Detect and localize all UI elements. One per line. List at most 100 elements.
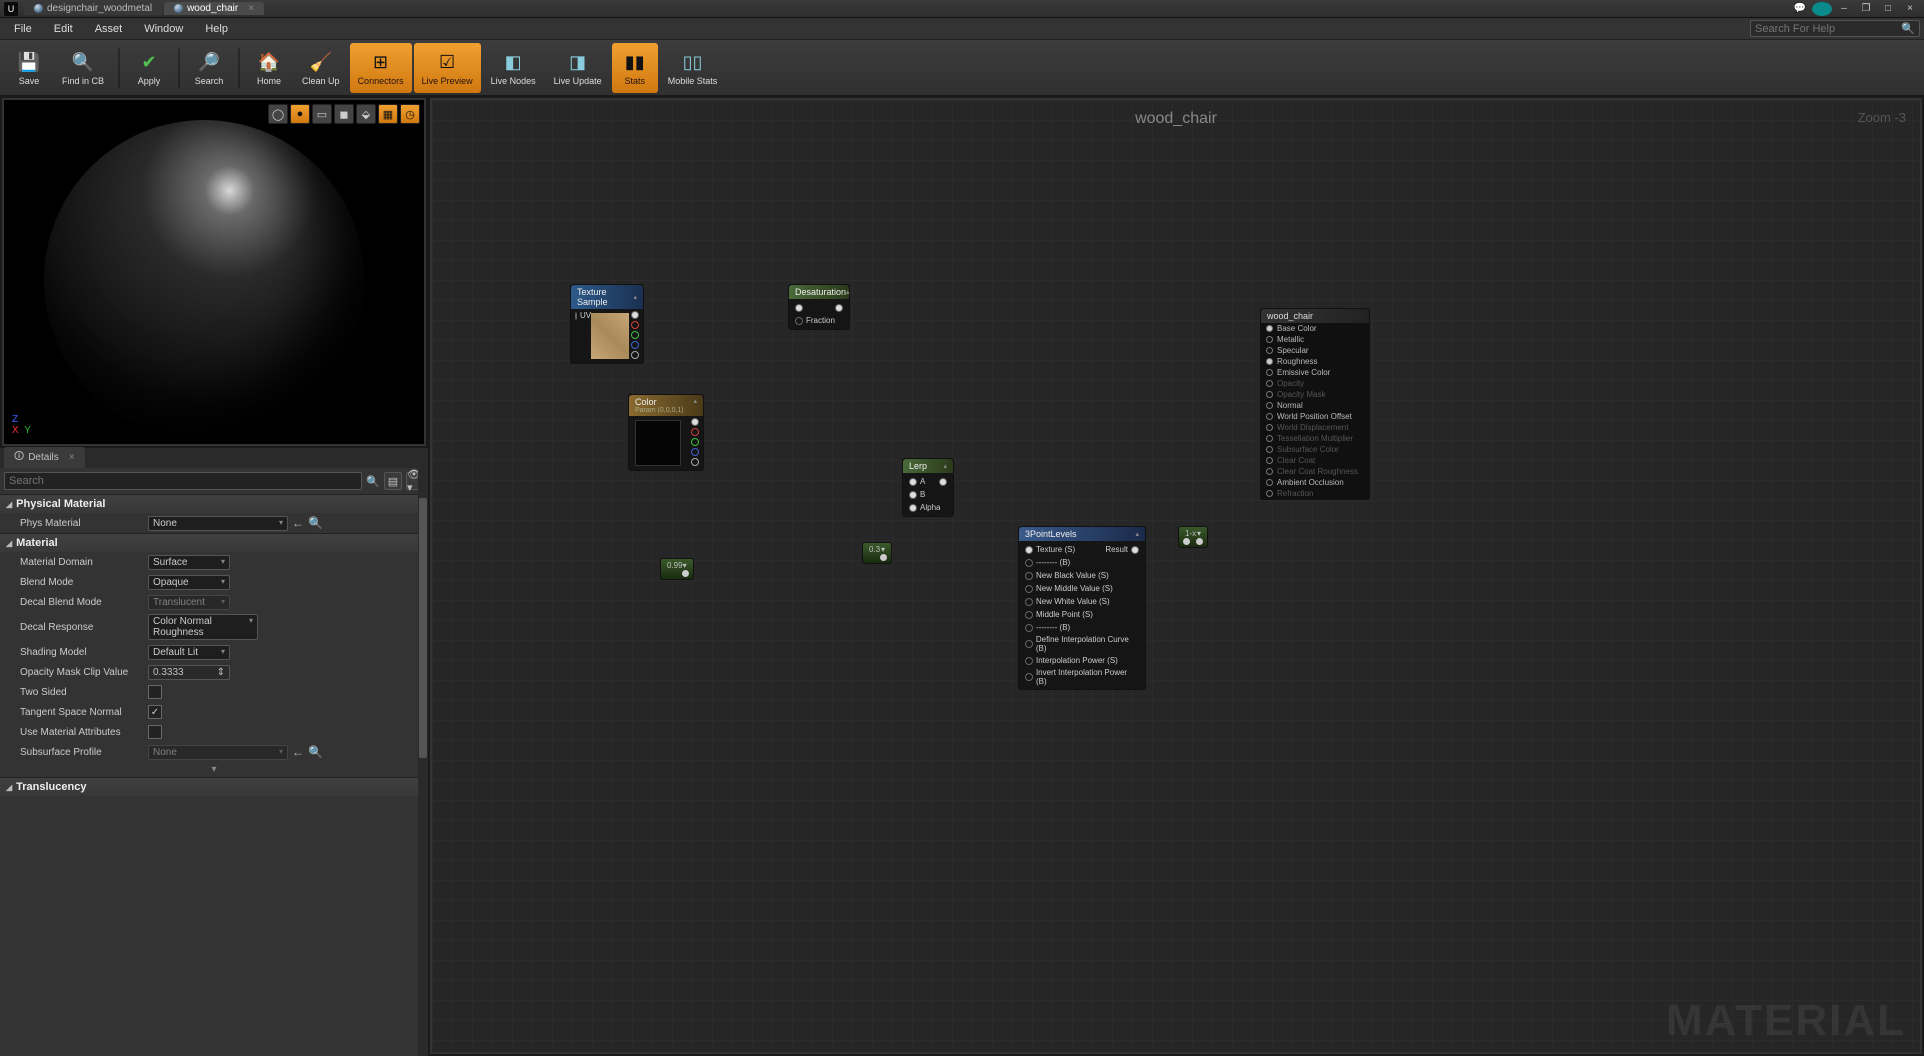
shape-sphere-button[interactable]: ● (290, 104, 310, 124)
collapse-icon[interactable]: ▾ (881, 545, 885, 554)
phys-material-dropdown[interactable]: None▾ (148, 516, 288, 531)
connectors-button[interactable]: ⊞Connectors (350, 43, 412, 93)
collapse-icon[interactable]: ▾ (683, 561, 687, 570)
node-color-param[interactable]: Color▴ Param (0,0,0,1) (628, 394, 704, 471)
menu-edit[interactable]: Edit (44, 20, 83, 38)
output-pin-specular[interactable]: Specular (1261, 345, 1369, 356)
grid-toggle-button[interactable]: ▦ (378, 104, 398, 124)
help-search-input[interactable] (1755, 23, 1901, 35)
home-button[interactable]: 🏠Home (246, 43, 292, 93)
shape-cube-button[interactable]: ◼ (334, 104, 354, 124)
collapse-icon[interactable]: ▴ (1135, 530, 1139, 538)
live-nodes-button[interactable]: ◧Live Nodes (483, 43, 544, 93)
close-button[interactable]: × (1900, 2, 1920, 16)
title-bar: U designchair_woodmetal wood_chair× 💬 – … (0, 0, 1924, 18)
material-preview[interactable]: Z X Y ◯ ● ▭ ◼ ⬙ ▦ ◷ (2, 98, 426, 446)
source-control-icon[interactable] (1812, 2, 1832, 16)
shading-model-dropdown[interactable]: Default Lit▾ (148, 645, 230, 660)
collapse-icon[interactable]: ▴ (693, 397, 697, 407)
help-search[interactable]: 🔍 (1750, 20, 1920, 37)
details-search-input[interactable] (4, 472, 362, 490)
close-icon[interactable]: × (69, 452, 75, 463)
node-constant-03[interactable]: 0.3▾ (862, 542, 892, 564)
output-pin-base-color[interactable]: Base Color (1261, 323, 1369, 334)
tab-woodchair[interactable]: wood_chair× (164, 2, 264, 15)
left-column: Z X Y ◯ ● ▭ ◼ ⬙ ▦ ◷ 🛈 Details × (0, 96, 428, 1056)
property-matrix-button[interactable]: ▤ (384, 472, 402, 490)
tab-designchair[interactable]: designchair_woodmetal (24, 2, 162, 15)
details-icon: 🛈 (14, 449, 24, 466)
output-pin-world-position-offset[interactable]: World Position Offset (1261, 411, 1369, 422)
live-preview-button[interactable]: ☑Live Preview (414, 43, 481, 93)
node-texture-sample[interactable]: Texture Sample▴ UVs (570, 284, 644, 364)
node-3pointlevels[interactable]: 3PointLevels▴ Texture (S)Result --------… (1018, 526, 1146, 690)
zoom-label: Zoom -3 (1858, 110, 1906, 125)
menu-window[interactable]: Window (134, 20, 193, 38)
apply-button[interactable]: ✔Apply (126, 43, 172, 93)
node-material-output[interactable]: wood_chair Base ColorMetallicSpecularRou… (1260, 308, 1370, 500)
browse-icon: 🔍 (70, 49, 96, 75)
node-constant-099[interactable]: 0.99▾ (660, 558, 694, 580)
search-icon: 🔎 (196, 49, 222, 75)
node-one-minus[interactable]: 1-x▾ (1178, 526, 1208, 548)
stats-button[interactable]: ▮▮Stats (612, 43, 658, 93)
details-tab[interactable]: 🛈 Details × (4, 447, 85, 468)
reset-icon[interactable]: ← (292, 516, 304, 530)
decal-response-dropdown[interactable]: Color Normal Roughness▾ (148, 614, 258, 640)
output-pin-tessellation-multiplier: Tessellation Multiplier (1261, 433, 1369, 444)
search-button[interactable]: 🔎Search (186, 43, 232, 93)
details-scrollbar[interactable] (418, 468, 428, 1056)
collapse-icon[interactable]: ▴ (943, 462, 947, 470)
viewport-options-button[interactable]: ◷ (400, 104, 420, 124)
section-material[interactable]: Material (0, 534, 428, 552)
section-physical-material[interactable]: Physical Material (0, 495, 428, 513)
shape-plane-button[interactable]: ▭ (312, 104, 332, 124)
browse-icon[interactable]: 🔍 (308, 745, 323, 759)
collapse-icon[interactable]: ▾ (1197, 529, 1201, 538)
blend-mode-dropdown[interactable]: Opaque▾ (148, 575, 230, 590)
find-in-cb-button[interactable]: 🔍Find in CB (54, 43, 112, 93)
collapse-icon[interactable]: ▴ (633, 293, 637, 301)
use-material-attr-checkbox[interactable] (148, 725, 162, 739)
menu-asset[interactable]: Asset (85, 20, 133, 38)
shape-mesh-button[interactable]: ⬙ (356, 104, 376, 124)
collapse-icon[interactable]: ▴ (846, 288, 850, 296)
connectors-icon: ⊞ (368, 49, 394, 75)
check-icon: ✔ (136, 49, 162, 75)
live-update-button[interactable]: ◨Live Update (546, 43, 610, 93)
stats-icon: ▮▮ (622, 49, 648, 75)
cleanup-button[interactable]: 🧹Clean Up (294, 43, 348, 93)
shape-cylinder-button[interactable]: ◯ (268, 104, 288, 124)
window-controls: 💬 – ❐ □ × (1790, 2, 1920, 16)
save-icon: 💾 (16, 49, 42, 75)
two-sided-checkbox[interactable] (148, 685, 162, 699)
watermark: MATERIAL (1666, 996, 1906, 1046)
reset-icon[interactable]: ← (292, 745, 304, 759)
expand-section-button[interactable]: ▾ (0, 762, 428, 777)
output-pin-ambient-occlusion[interactable]: Ambient Occlusion (1261, 477, 1369, 488)
output-pin-emissive-color[interactable]: Emissive Color (1261, 367, 1369, 378)
save-button[interactable]: 💾Save (6, 43, 52, 93)
minimize-button[interactable]: – (1834, 2, 1854, 16)
material-domain-dropdown[interactable]: Surface▾ (148, 555, 230, 570)
node-lerp[interactable]: Lerp▴ A B Alpha (902, 458, 954, 517)
maximize-button[interactable]: □ (1878, 2, 1898, 16)
opacity-mask-clip-input[interactable]: 0.3333⇕ (148, 665, 230, 680)
mobile-stats-button[interactable]: ▯▯Mobile Stats (660, 43, 726, 93)
node-desaturation[interactable]: Desaturation▴ Fraction (788, 284, 850, 330)
close-icon[interactable]: × (248, 3, 254, 14)
material-graph[interactable]: wood_chair Zoom -3 MATERIAL Texture Samp… (430, 98, 1922, 1054)
restore-button[interactable]: ❐ (1856, 2, 1876, 16)
tangent-space-checkbox[interactable]: ✓ (148, 705, 162, 719)
output-pin-roughness[interactable]: Roughness (1261, 356, 1369, 367)
search-icon: 🔍 (366, 475, 380, 488)
output-pin-metallic[interactable]: Metallic (1261, 334, 1369, 345)
menu-help[interactable]: Help (195, 20, 238, 38)
section-translucency[interactable]: Translucency (0, 778, 428, 796)
preview-sphere (44, 120, 364, 440)
output-pin-normal[interactable]: Normal (1261, 400, 1369, 411)
menu-file[interactable]: File (4, 20, 42, 38)
row-phys-material: Phys Material None▾ ← 🔍 (0, 513, 428, 533)
chat-icon[interactable]: 💬 (1790, 2, 1810, 16)
browse-icon[interactable]: 🔍 (308, 516, 323, 530)
